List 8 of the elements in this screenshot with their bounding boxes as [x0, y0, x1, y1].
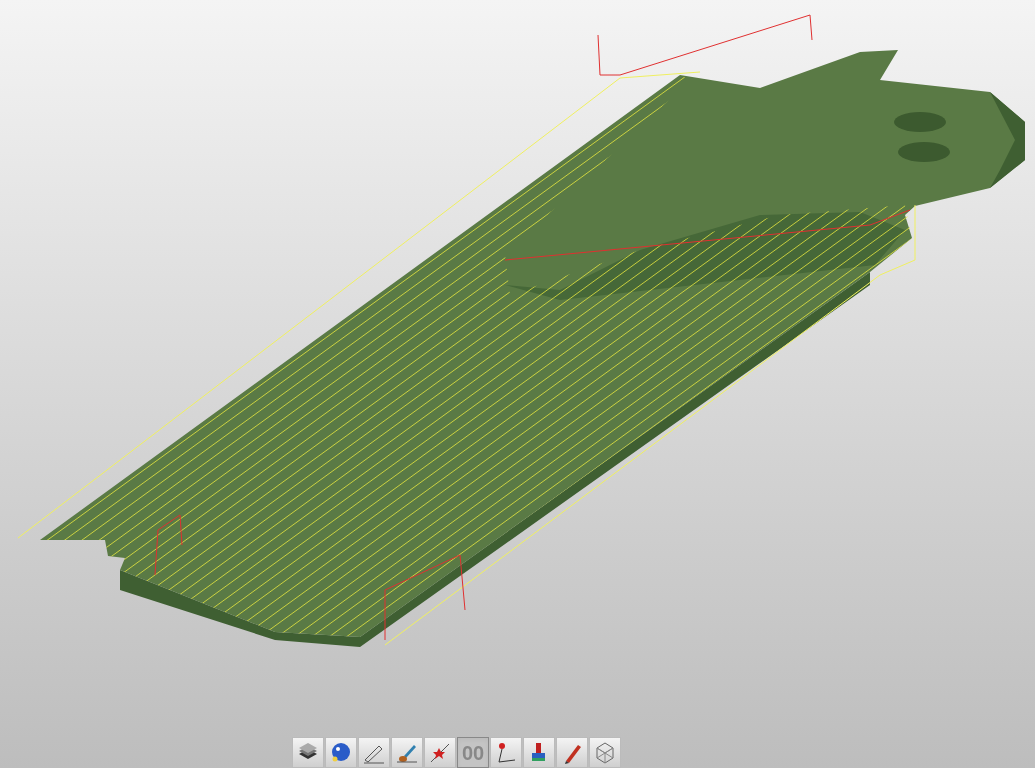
toolbar-button[interactable] [325, 737, 357, 768]
toolbar-button[interactable] [490, 737, 522, 768]
toolbar-button[interactable] [358, 737, 390, 768]
toolbar-button[interactable] [556, 737, 588, 768]
toolbar-button[interactable] [292, 737, 324, 768]
toolbar-button[interactable] [523, 737, 555, 768]
toolbar-button[interactable] [424, 737, 456, 768]
toolbar-button[interactable]: 00 [457, 737, 489, 768]
